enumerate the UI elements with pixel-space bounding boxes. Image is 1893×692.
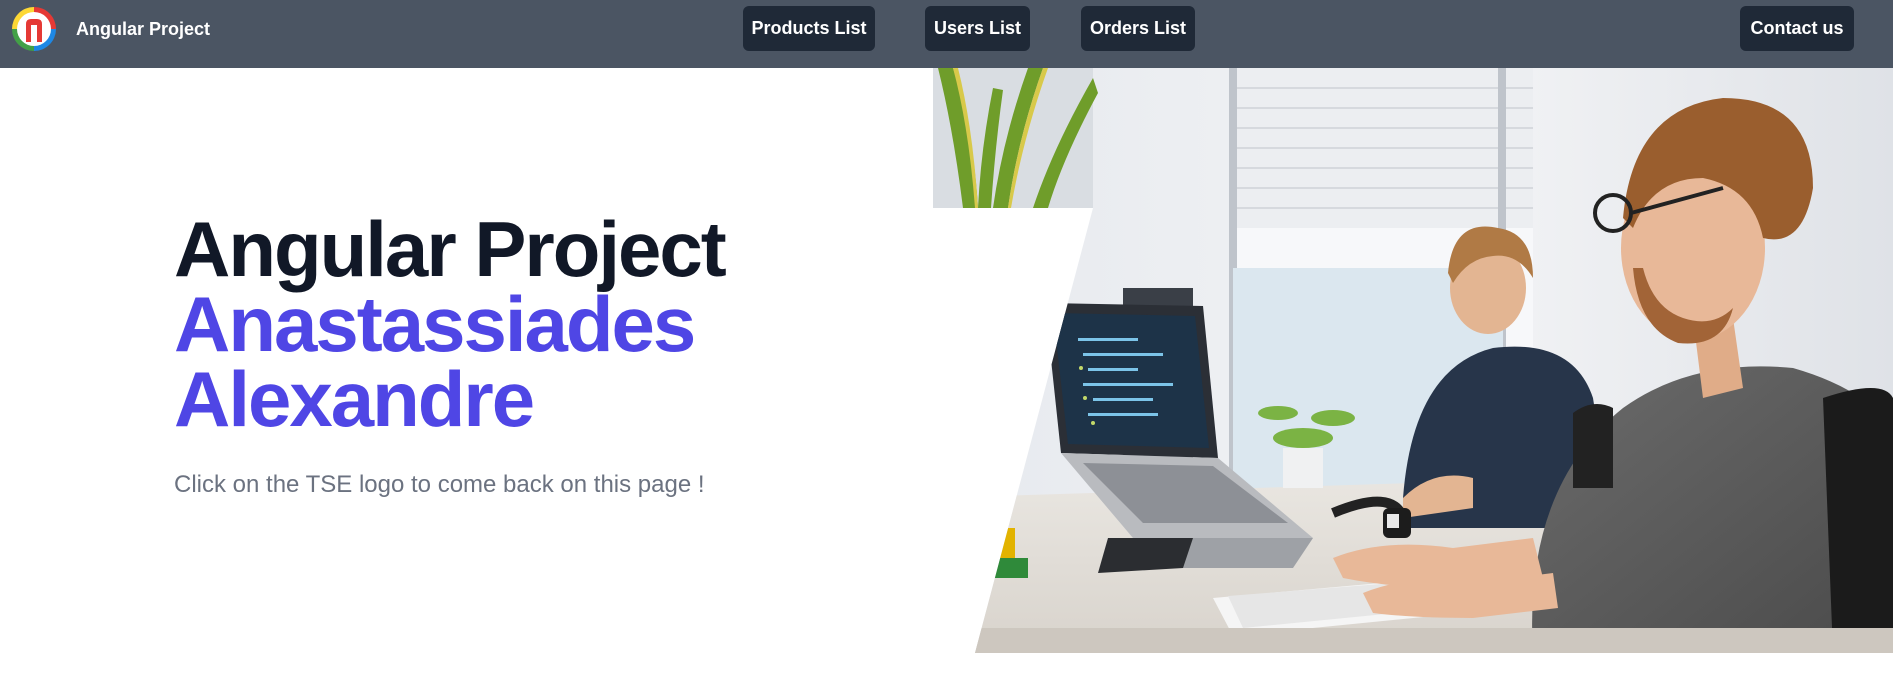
navbar: Angular Project Products List Users List… bbox=[0, 0, 1893, 68]
hero-title-name-line1: Anastassiades bbox=[174, 280, 696, 368]
brand-home-link[interactable]: Angular Project bbox=[12, 7, 210, 51]
hero-title-name-line2: Alexandre bbox=[174, 355, 535, 443]
tse-logo-icon[interactable] bbox=[12, 7, 56, 51]
nav-orders-list-button[interactable]: Orders List bbox=[1081, 6, 1195, 51]
hero-subtitle: Click on the TSE logo to come back on th… bbox=[174, 471, 705, 498]
office-developers-photo bbox=[933, 68, 1893, 653]
brand-name[interactable]: Angular Project bbox=[76, 19, 210, 40]
nav-users-list-button[interactable]: Users List bbox=[925, 6, 1030, 51]
contact-us-button[interactable]: Contact us bbox=[1740, 6, 1854, 51]
nav-products-list-button[interactable]: Products List bbox=[743, 6, 875, 51]
hero-text: Angular Project Anastassiades Alexandre … bbox=[174, 205, 727, 499]
hero-title: Angular Project Anastassiades Alexandre bbox=[174, 205, 727, 443]
hero-title-line1: Angular Project bbox=[174, 205, 727, 293]
